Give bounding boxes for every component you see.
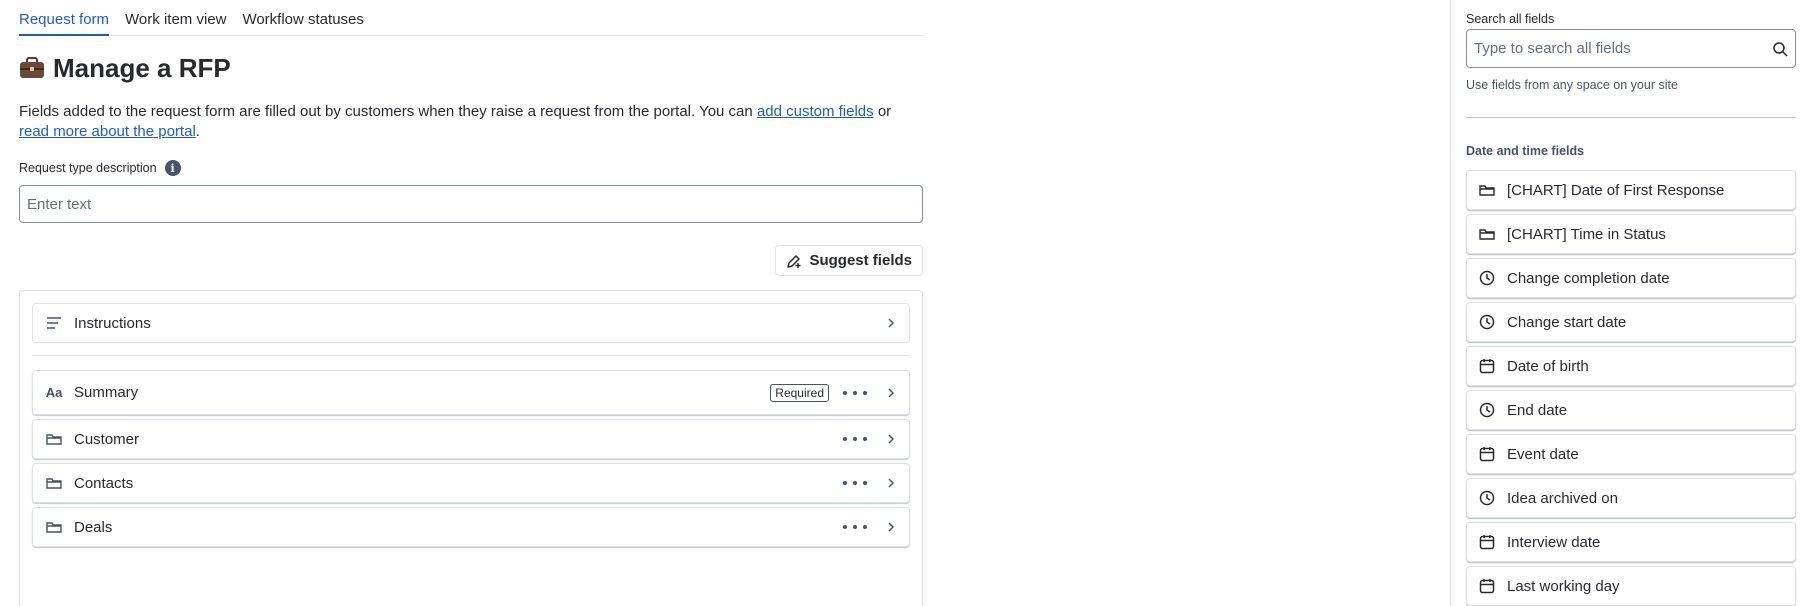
request-type-label-row: Request type description i [19, 160, 923, 176]
list-item[interactable]: [CHART] Time in Status [1466, 214, 1796, 254]
folder-icon [45, 518, 63, 536]
list-item-label: [CHART] Time in Status [1507, 225, 1666, 243]
more-actions-icon[interactable] [843, 390, 867, 395]
chevron-right-icon [888, 318, 894, 328]
field-label: Summary [74, 384, 139, 401]
field-library-content: Search all fields Type to search all fie… [1466, 0, 1796, 606]
folder-icon [1479, 182, 1495, 198]
list-item-label: Interview date [1507, 533, 1601, 551]
search-placeholder: Type to search all fields [1474, 40, 1631, 57]
calendar-icon [1479, 534, 1495, 550]
suggest-fields-button[interactable]: Suggest fields [775, 245, 923, 276]
clock-icon [1479, 490, 1495, 506]
request-type-label: Request type description [19, 161, 157, 175]
fields-divider [32, 355, 910, 356]
instructions-row[interactable]: Instructions [32, 303, 910, 343]
instructions-label: Instructions [74, 314, 151, 332]
search-label: Search all fields [1466, 12, 1555, 26]
search-input[interactable]: Type to search all fields [1466, 29, 1796, 68]
list-item-label: Date of birth [1507, 357, 1589, 375]
more-actions-icon[interactable] [843, 481, 867, 485]
description-text-end: . [195, 123, 200, 140]
page-description: Fields added to the request form are fil… [19, 102, 923, 142]
list-item-label: Last working day [1507, 577, 1620, 595]
list-item-label: Idea archived on [1507, 489, 1618, 507]
list-item[interactable]: End date [1466, 390, 1796, 430]
description-text: Fields added to the request form are fil… [19, 103, 757, 120]
list-item-label: [CHART] Date of First Response [1507, 181, 1725, 199]
calendar-icon [1479, 578, 1495, 594]
chevron-right-icon[interactable] [885, 387, 897, 399]
required-badge: Required [770, 383, 829, 402]
field-list: Aa Summary Required Customer Contacts De… [32, 370, 910, 547]
list-item[interactable]: Event date [1466, 434, 1796, 474]
clock-icon [1479, 402, 1495, 418]
list-item[interactable]: Change start date [1466, 302, 1796, 342]
field-row-contacts[interactable]: Contacts [32, 463, 910, 503]
folder-icon [45, 430, 63, 448]
list-item-label: Change start date [1507, 313, 1627, 331]
pencil-sparkle-icon [787, 254, 801, 268]
description-text-or: or [873, 103, 892, 120]
panel-divider [1466, 117, 1796, 118]
list-item[interactable]: Change completion date [1466, 258, 1796, 298]
list-item-label: Change completion date [1507, 269, 1670, 287]
date-time-field-list: [CHART] Date of First Response [CHART] T… [1466, 170, 1796, 606]
search-help-text: Use fields from any space on your site [1466, 78, 1678, 92]
list-item[interactable]: Interview date [1466, 522, 1796, 562]
list-item[interactable]: Last working day [1466, 566, 1796, 606]
request-type-description-input[interactable]: Enter text [19, 185, 923, 223]
field-label: Contacts [74, 474, 134, 492]
tab-workflow-statuses[interactable]: Workflow statuses [242, 11, 363, 35]
tab-bar: Request form Work item view Workflow sta… [19, 0, 923, 36]
page-title: Manage a RFP [53, 52, 231, 83]
folder-icon [1479, 226, 1495, 242]
field-label: Deals [74, 518, 113, 536]
info-icon[interactable]: i [164, 160, 181, 176]
field-row-summary[interactable]: Aa Summary Required [32, 370, 910, 415]
list-item[interactable]: Date of birth [1466, 346, 1796, 386]
calendar-icon [1479, 358, 1495, 374]
tab-work-item-view[interactable]: Work item view [125, 11, 226, 35]
suggest-row: Suggest fields [19, 245, 923, 276]
list-item-label: Event date [1507, 445, 1579, 463]
chevron-right-icon[interactable] [885, 477, 897, 489]
clock-icon [1479, 270, 1495, 286]
field-library-panel: Search all fields Type to search all fie… [1450, 0, 1811, 606]
read-more-portal-link[interactable]: read more about the portal [19, 123, 196, 140]
chevron-right-icon[interactable] [885, 521, 897, 533]
text-type-icon: Aa [45, 385, 63, 400]
more-actions-icon[interactable] [843, 525, 867, 529]
calendar-icon [1479, 446, 1495, 462]
suggest-fields-label: Suggest fields [809, 252, 912, 269]
briefcase-icon [20, 57, 44, 78]
lines-icon [45, 314, 63, 332]
field-row-customer[interactable]: Customer [32, 419, 910, 459]
main-panel: Request form Work item view Workflow sta… [19, 0, 923, 606]
folder-icon [45, 474, 63, 492]
clock-icon [1479, 314, 1495, 330]
field-row-deals[interactable]: Deals [32, 507, 910, 547]
list-item-label: End date [1507, 401, 1568, 419]
tab-request-form[interactable]: Request form [19, 11, 110, 36]
list-item[interactable]: [CHART] Date of First Response [1466, 170, 1796, 210]
add-custom-fields-link[interactable]: add custom fields [757, 103, 874, 120]
chevron-right-icon[interactable] [885, 433, 897, 445]
more-actions-icon[interactable] [843, 437, 867, 441]
group-title: Date and time fields [1466, 144, 1585, 158]
field-label: Customer [74, 430, 140, 448]
request-type-placeholder: Enter text [27, 195, 92, 213]
search-icon[interactable] [1772, 41, 1788, 57]
list-item[interactable]: Idea archived on [1466, 478, 1796, 518]
title-row: Manage a RFP [19, 52, 923, 84]
form-fields-container: Instructions Aa Summary Required Custome… [19, 290, 923, 606]
